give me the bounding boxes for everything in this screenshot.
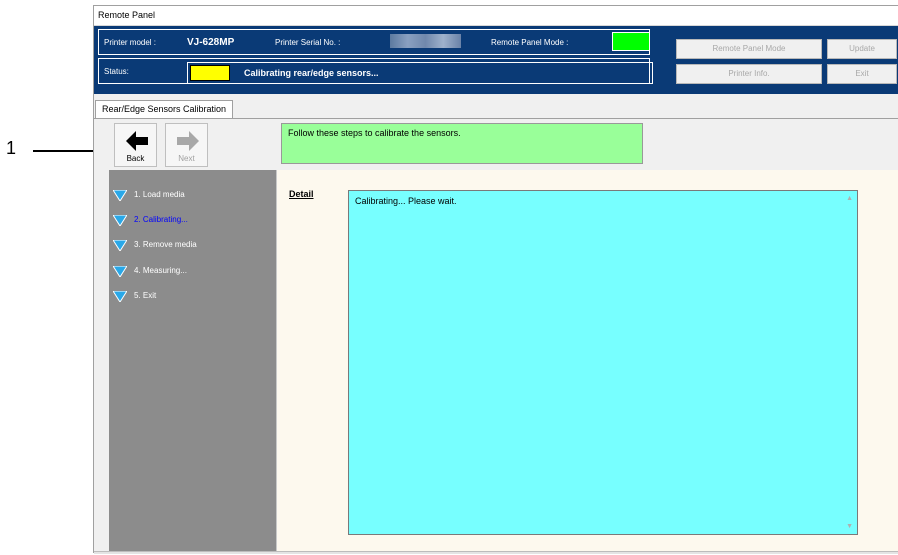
window-title: Remote Panel (98, 10, 156, 20)
title-bar: Remote Panel (94, 6, 898, 26)
back-button[interactable]: Back (114, 123, 157, 167)
status-label: Status: (104, 67, 129, 76)
triangle-down-icon (113, 291, 127, 302)
arrow-right-icon (177, 131, 199, 151)
back-label: Back (126, 154, 145, 163)
status-row: Status: Calibrating rear/edge sensors... (98, 58, 653, 84)
status-box: Calibrating rear/edge sensors... (187, 62, 653, 84)
printer-info-button[interactable]: Printer Info. (676, 64, 822, 84)
step-label: 5. Exit (134, 291, 157, 300)
step-label: 4. Measuring... (134, 266, 187, 275)
status-text: Calibrating rear/edge sensors... (244, 68, 379, 78)
remote-panel-mode-indicator (612, 32, 650, 51)
steps-panel: 1. Load media 2. Calibrating... 3. Remov… (109, 170, 276, 551)
update-button[interactable]: Update (827, 39, 897, 59)
bottom-border (94, 551, 898, 554)
printer-model-label: Printer model : (104, 38, 157, 47)
triangle-down-icon (113, 266, 127, 277)
step-label: 2. Calibrating... (134, 215, 188, 224)
triangle-down-icon (113, 215, 127, 226)
detail-text: Calibrating... Please wait. (355, 196, 457, 206)
tab-divider (94, 118, 898, 119)
next-label: Next (178, 154, 195, 163)
step-label: 1. Load media (134, 190, 185, 199)
serial-number-value-redacted (390, 34, 461, 48)
remote-panel-mode-button[interactable]: Remote Panel Mode (676, 39, 822, 59)
detail-textbox[interactable]: Calibrating... Please wait. ▲ ▼ (348, 190, 858, 535)
status-indicator (190, 65, 230, 81)
wizard-toolbar: Back Next Follow these steps to calibrat… (109, 122, 898, 170)
printer-model-value: VJ-628MP (187, 37, 235, 48)
next-button[interactable]: Next (165, 123, 208, 167)
triangle-down-icon (113, 190, 127, 201)
printer-header: Printer model : VJ-628MP Printer Serial … (94, 26, 898, 94)
detail-label: Detail (289, 189, 314, 199)
arrow-left-icon (126, 131, 148, 151)
printer-info-row: Printer model : VJ-628MP Printer Serial … (98, 29, 650, 55)
callout-number: 1 (6, 138, 17, 158)
serial-number-label: Printer Serial No. : (275, 38, 341, 47)
tab-rear-edge-sensors-calibration[interactable]: Rear/Edge Sensors Calibration (95, 100, 234, 118)
content-panel: Detail Calibrating... Please wait. ▲ ▼ (276, 170, 898, 551)
triangle-down-icon (113, 240, 127, 251)
exit-button[interactable]: Exit (827, 64, 897, 84)
remote-panel-window: Remote Panel Printer model : VJ-628MP Pr… (93, 5, 898, 554)
scroll-up-arrow-icon[interactable]: ▲ (846, 195, 853, 202)
remote-panel-mode-label: Remote Panel Mode : (491, 38, 569, 47)
step-label: 3. Remove media (134, 240, 197, 249)
instruction-message: Follow these steps to calibrate the sens… (281, 123, 643, 164)
scroll-down-arrow-icon[interactable]: ▼ (846, 523, 853, 530)
